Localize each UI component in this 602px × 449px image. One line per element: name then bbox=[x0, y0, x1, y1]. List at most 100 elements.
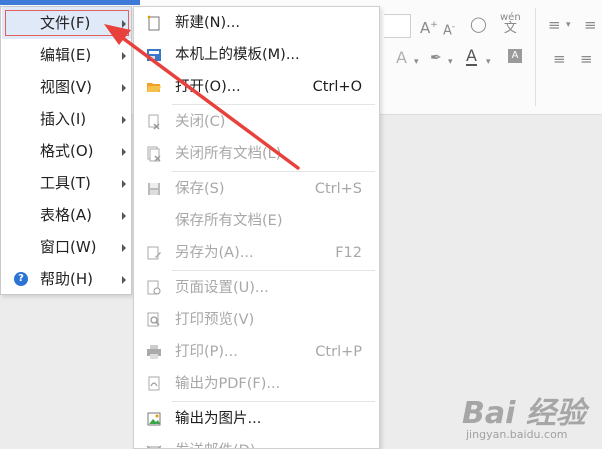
chevron-right-icon bbox=[122, 20, 126, 28]
clear-format-icon[interactable]: ◯ bbox=[470, 16, 487, 32]
menu-item-label: 编辑(E) bbox=[40, 46, 92, 64]
submenu-item-open[interactable]: 打开(O)... Ctrl+O bbox=[134, 71, 379, 103]
submenu-item-close-all[interactable]: 关闭所有文档(L) bbox=[134, 138, 379, 170]
chevron-right-icon bbox=[122, 244, 126, 252]
chevron-right-icon bbox=[122, 148, 126, 156]
phonetic-char: 文 bbox=[503, 21, 517, 36]
font-color-dropdown-icon[interactable]: ▾ bbox=[486, 54, 491, 70]
menu-item-table[interactable]: 表格(A) bbox=[2, 199, 131, 231]
char-shading-icon[interactable]: A bbox=[508, 49, 522, 63]
font-grow-icon[interactable]: A+ bbox=[420, 17, 438, 36]
export-image-icon bbox=[147, 412, 161, 426]
main-menu: 文件(F) 编辑(E) 视图(V) 插入(I) 格式(O) 工具(T) 表格(A… bbox=[0, 6, 132, 295]
menu-item-insert[interactable]: 插入(I) bbox=[2, 103, 131, 135]
shortcut-text: Ctrl+S bbox=[314, 181, 362, 197]
submenu-item-label: 页面设置(U)... bbox=[175, 280, 269, 296]
watermark-text: Bai 经验 bbox=[462, 396, 586, 431]
submenu-item-export-pdf[interactable]: 输出为PDF(F)... bbox=[134, 368, 379, 400]
submenu-item-print-preview[interactable]: 打印预览(V) bbox=[134, 304, 379, 336]
menu-item-label: 格式(O) bbox=[40, 142, 94, 160]
baidu-jingyan-watermark: Bai 经验 jingyan.baidu.com bbox=[432, 378, 602, 449]
submenu-item-close[interactable]: 关闭(C) bbox=[134, 106, 379, 138]
menu-item-help[interactable]: ? 帮助(H) bbox=[2, 263, 131, 295]
submenu-item-label: 输出为PDF(F)... bbox=[175, 376, 281, 392]
close-all-documents-icon bbox=[147, 146, 161, 162]
align-center-icon[interactable]: ≡ bbox=[580, 51, 593, 67]
chevron-right-icon bbox=[122, 52, 126, 60]
print-preview-icon bbox=[147, 312, 160, 327]
shortcut-text: Ctrl+O bbox=[312, 79, 362, 95]
send-mail-icon bbox=[146, 445, 162, 448]
submenu-item-print[interactable]: 打印(P)... Ctrl+P bbox=[134, 336, 379, 368]
title-bar-strip bbox=[0, 0, 140, 5]
font-shrink-letter: A bbox=[443, 23, 452, 39]
numbered-list-icon[interactable]: ≡ bbox=[584, 17, 597, 33]
phonetic-guide-icon[interactable]: wén 文 bbox=[500, 12, 521, 35]
page-setup-icon bbox=[147, 280, 161, 295]
file-submenu: 新建(N)... 本机上的模板(M)... 打开(O)... Ctrl+O 关闭… bbox=[133, 6, 380, 449]
menu-item-label: 视图(V) bbox=[40, 78, 92, 96]
submenu-item-label: 发送邮件(D)... bbox=[175, 435, 269, 448]
close-document-icon bbox=[148, 114, 160, 130]
submenu-item-label: 输出为图片... bbox=[175, 411, 262, 427]
menu-item-file[interactable]: 文件(F) bbox=[2, 7, 131, 39]
menu-item-window[interactable]: 窗口(W) bbox=[2, 231, 131, 263]
menu-item-tools[interactable]: 工具(T) bbox=[2, 167, 131, 199]
submenu-item-label: 打开(O)... bbox=[175, 79, 241, 95]
printer-icon bbox=[147, 345, 161, 359]
submenu-item-new[interactable]: 新建(N)... bbox=[134, 7, 379, 39]
font-size-combo[interactable] bbox=[384, 14, 411, 38]
shortcut-text: F12 bbox=[335, 245, 362, 261]
text-effect-icon[interactable]: A bbox=[396, 50, 407, 66]
chevron-right-icon bbox=[122, 276, 126, 284]
chevron-right-icon bbox=[122, 180, 126, 188]
save-as-icon bbox=[147, 246, 161, 260]
char-shading-letter: A bbox=[511, 50, 519, 61]
menu-separator bbox=[172, 171, 375, 172]
shortcut-text: Ctrl+P bbox=[315, 344, 362, 360]
ribbon-separator bbox=[535, 8, 536, 106]
menu-item-label: 窗口(W) bbox=[40, 238, 97, 256]
menu-item-label: 文件(F) bbox=[40, 14, 91, 32]
export-pdf-icon bbox=[148, 376, 160, 391]
list-dropdown-icon[interactable]: ▾ bbox=[566, 17, 571, 33]
chevron-right-icon bbox=[122, 116, 126, 124]
highlight-dropdown-icon[interactable]: ▾ bbox=[448, 54, 453, 70]
submenu-item-page-setup[interactable]: 页面设置(U)... bbox=[134, 272, 379, 304]
submenu-item-send-mail[interactable]: 发送邮件(D)... bbox=[134, 435, 379, 448]
submenu-item-label: 关闭(C) bbox=[175, 114, 226, 130]
new-document-icon bbox=[147, 15, 160, 31]
highlight-icon[interactable]: ✒ bbox=[430, 50, 442, 66]
folder-open-icon bbox=[147, 83, 161, 92]
submenu-item-label: 另存为(A)... bbox=[175, 245, 254, 261]
menu-separator bbox=[172, 270, 375, 271]
submenu-item-label: 打印预览(V) bbox=[175, 312, 255, 328]
template-icon bbox=[147, 49, 161, 61]
menu-item-label: 工具(T) bbox=[40, 174, 91, 192]
font-color-letter: A bbox=[466, 46, 477, 65]
submenu-item-label: 打印(P)... bbox=[175, 344, 238, 360]
menu-item-format[interactable]: 格式(O) bbox=[2, 135, 131, 167]
submenu-item-save[interactable]: 保存(S) Ctrl+S bbox=[134, 173, 379, 205]
submenu-item-label: 关闭所有文档(L) bbox=[175, 146, 282, 162]
save-icon bbox=[148, 183, 160, 195]
submenu-item-label: 保存(S) bbox=[175, 181, 225, 197]
font-shrink-icon[interactable]: A- bbox=[443, 19, 455, 39]
submenu-item-label: 新建(N)... bbox=[175, 15, 240, 31]
bullet-list-icon[interactable]: ≡ bbox=[548, 17, 561, 33]
menu-item-view[interactable]: 视图(V) bbox=[2, 71, 131, 103]
submenu-item-save-all[interactable]: 保存所有文档(E) bbox=[134, 205, 379, 237]
submenu-item-local-templates[interactable]: 本机上的模板(M)... bbox=[134, 39, 379, 71]
text-effect-dropdown-icon[interactable]: ▾ bbox=[414, 54, 419, 70]
menu-separator bbox=[172, 104, 375, 105]
font-grow-letter: A bbox=[420, 19, 431, 37]
submenu-item-save-as[interactable]: 另存为(A)... F12 bbox=[134, 237, 379, 269]
submenu-item-export-image[interactable]: 输出为图片... bbox=[134, 403, 379, 435]
menu-item-edit[interactable]: 编辑(E) bbox=[2, 39, 131, 71]
font-color-icon[interactable]: A bbox=[466, 48, 477, 66]
menu-item-label: 表格(A) bbox=[40, 206, 92, 224]
align-left-icon[interactable]: ≡ bbox=[553, 51, 566, 67]
watermark-url: jingyan.baidu.com bbox=[466, 428, 568, 441]
help-icon: ? bbox=[14, 272, 28, 286]
chevron-right-icon bbox=[122, 212, 126, 220]
